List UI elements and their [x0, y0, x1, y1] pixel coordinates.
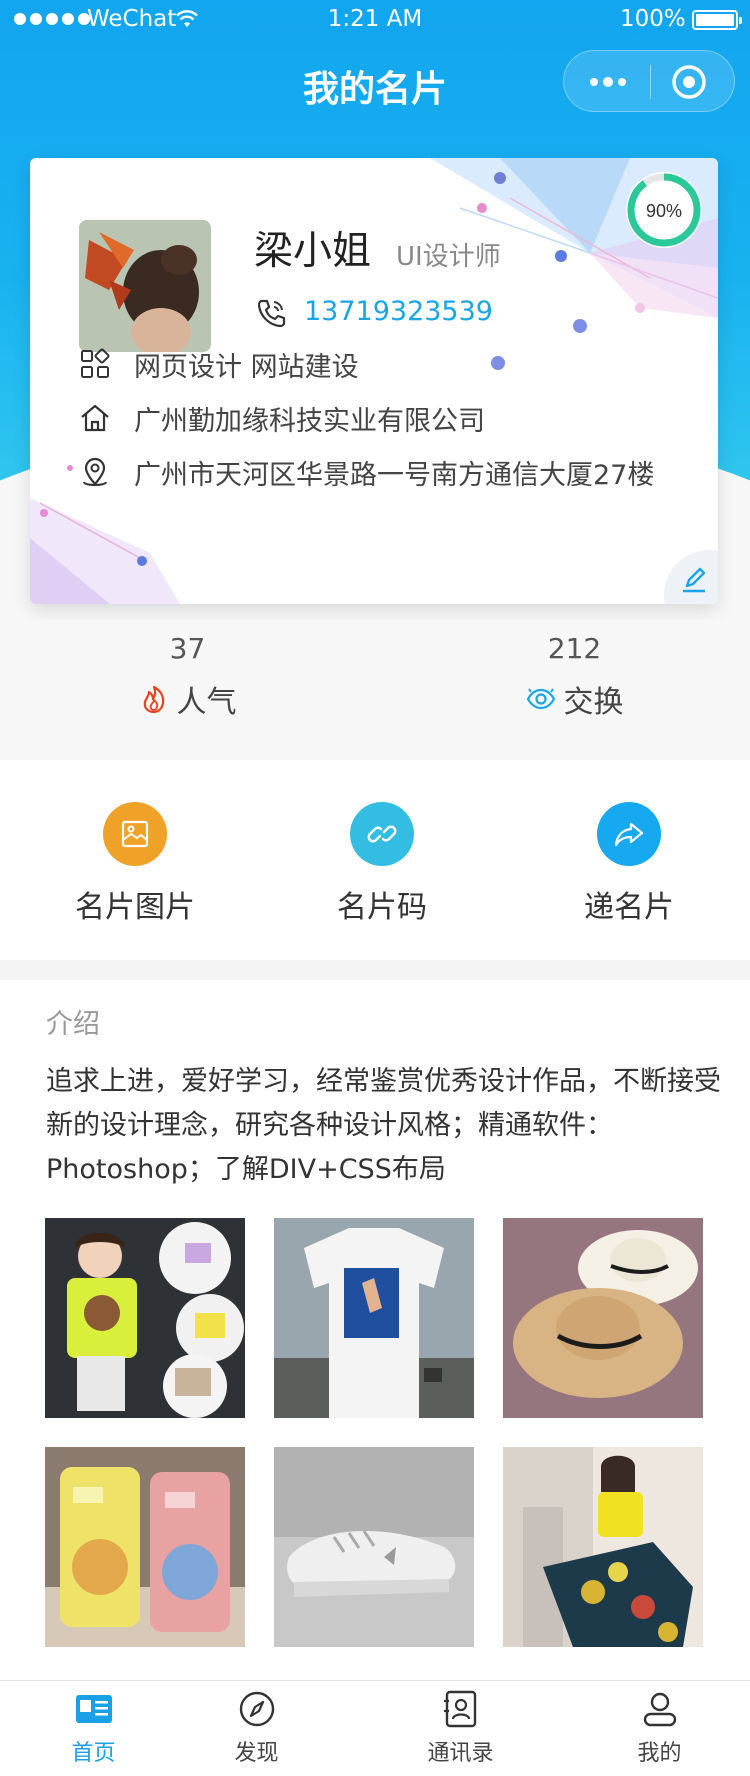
exchange-stat[interactable]: 212 交换	[387, 632, 750, 721]
avatar	[79, 220, 211, 352]
avatar-photo	[79, 220, 211, 352]
tshirt-man-photo	[274, 1218, 474, 1418]
battery-percent: 100%	[620, 6, 686, 32]
card-actions: 名片图片 名片码 递名片	[0, 760, 750, 960]
card-code-button[interactable]	[350, 802, 414, 866]
home-card-icon	[75, 1695, 112, 1723]
tab-discover-label: 发现	[234, 1741, 279, 1766]
capsule-divider	[650, 65, 651, 99]
close-miniprogram-icon[interactable]	[671, 64, 707, 100]
tab-bar: 首页 发现 通讯录 我的	[0, 1680, 750, 1776]
straw-hat-photo	[503, 1218, 703, 1418]
phone-case-photo	[45, 1447, 245, 1647]
share-card-action[interactable]: 递名片	[504, 802, 750, 926]
popularity-stat[interactable]: 37 人气	[0, 632, 375, 721]
gallery-photo[interactable]	[45, 1447, 245, 1647]
flame-icon	[143, 685, 164, 714]
share-card-label: 递名片	[584, 890, 674, 925]
user-icon	[643, 1692, 676, 1727]
stats-bar: 37 人气 212 交换	[0, 620, 750, 740]
card-job-title: UI设计师	[396, 242, 501, 272]
intro-section: 介绍 追求上进，爱好学习，经常鉴赏优秀设计作品，不断接受新的设计理念，研究各种设…	[0, 980, 750, 1680]
link-icon	[367, 825, 397, 843]
completion-text: 90%	[646, 201, 682, 221]
share-card-button[interactable]	[597, 802, 661, 866]
card-image-action[interactable]: 名片图片	[10, 802, 260, 926]
services-text: 网页设计 网站建设	[134, 351, 359, 383]
phone-icon	[257, 299, 286, 328]
tab-contacts-label: 通讯录	[427, 1741, 494, 1766]
card-code-action[interactable]: 名片码	[257, 802, 507, 926]
image-icon	[121, 820, 149, 848]
services-row: 网页设计 网站建设	[79, 344, 359, 384]
kids-clothes-photo	[45, 1218, 245, 1418]
battery-icon	[692, 10, 742, 30]
compass-icon	[239, 1691, 274, 1727]
miniprogram-capsule	[563, 50, 735, 112]
house-icon	[81, 404, 109, 432]
tab-discover[interactable]: 发现	[163, 1689, 350, 1767]
share-arrow-icon	[614, 822, 644, 847]
sneakers-photo	[274, 1447, 474, 1647]
tab-me-label: 我的	[637, 1741, 682, 1766]
gallery-photo[interactable]	[503, 1218, 703, 1418]
business-card[interactable]: 梁小姐 UI设计师 13719323539 90% 网页设计 网站建设 广州勤加…	[30, 158, 718, 604]
card-name: 梁小姐	[254, 229, 372, 274]
card-image-label: 名片图片	[75, 890, 195, 925]
profile-completion-ring: 90%	[626, 172, 702, 248]
address-text: 广州市天河区华景路一号南方通信大厦27楼	[134, 459, 655, 491]
company-row: 广州勤加缘科技实业有限公司	[79, 398, 485, 438]
tab-home[interactable]: 首页	[0, 1689, 187, 1767]
gallery-photo[interactable]	[274, 1447, 474, 1647]
woman-outfit-photo	[503, 1447, 703, 1647]
grid-icon	[81, 348, 110, 378]
business-card-page: WeChat 1:21 AM 100% 我的名片 梁小姐 UI设计师 13719…	[0, 0, 750, 1776]
tab-me[interactable]: 我的	[566, 1689, 750, 1767]
gallery-photo[interactable]	[503, 1447, 703, 1647]
popularity-count: 37	[169, 632, 206, 665]
card-code-label: 名片码	[337, 890, 427, 925]
intro-text: 追求上进，爱好学习，经常鉴赏优秀设计作品，不断接受新的设计理念，研究各种设计风格…	[46, 1066, 721, 1185]
phone-number[interactable]: 13719323539	[304, 296, 493, 327]
eye-icon	[526, 688, 555, 710]
more-icon[interactable]	[586, 68, 630, 96]
gallery-photo[interactable]	[274, 1218, 474, 1418]
address-row: 广州市天河区华景路一号南方通信大厦27楼	[79, 452, 654, 492]
company-text: 广州勤加缘科技实业有限公司	[134, 405, 485, 437]
exchange-count: 212	[547, 632, 602, 665]
gallery-photo[interactable]	[45, 1218, 245, 1418]
tab-home-label: 首页	[71, 1741, 116, 1766]
intro-heading: 介绍	[46, 1009, 100, 1040]
exchange-label: 交换	[563, 685, 624, 720]
contacts-icon	[443, 1690, 476, 1728]
location-pin-icon	[83, 457, 107, 486]
card-image-button[interactable]	[103, 802, 167, 866]
popularity-label: 人气	[176, 685, 237, 720]
status-bar: WeChat 1:21 AM 100%	[0, 0, 750, 40]
tab-contacts[interactable]: 通讯录	[367, 1689, 554, 1767]
pencil-icon	[683, 567, 706, 593]
